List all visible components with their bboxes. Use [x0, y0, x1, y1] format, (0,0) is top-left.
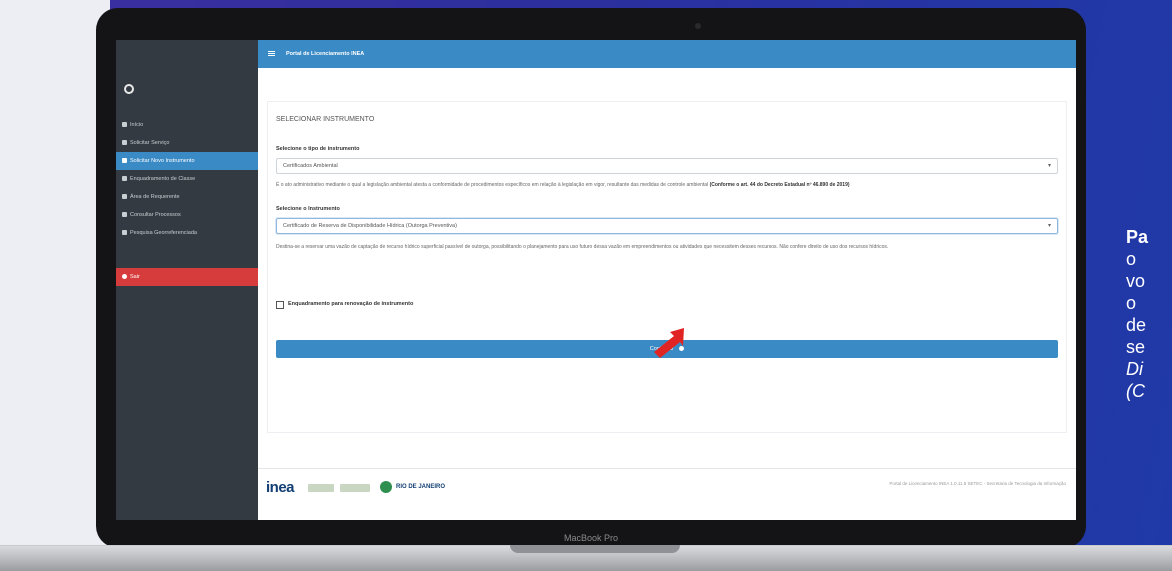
instrument-select[interactable]: Certificado de Reserva de Disponibilidad…: [276, 218, 1058, 234]
sidebar-item-label: Solicitar Serviço: [130, 140, 170, 146]
type-info-text: É o ato administrativo mediante o qual a…: [276, 182, 709, 188]
type-info: É o ato administrativo mediante o qual a…: [276, 182, 1060, 189]
renewal-checkbox[interactable]: [276, 301, 284, 309]
rj-logo-text: RIO DE JANEIRO: [396, 484, 446, 490]
instrument-select-value: Certificado de Reserva de Disponibilidad…: [283, 223, 457, 229]
document-icon: [122, 176, 127, 181]
sidebar-item-label: Solicitar Novo Instrumento: [130, 158, 195, 164]
camera-icon: [695, 23, 701, 29]
sidebar-item-novo-instrumento[interactable]: Solicitar Novo Instrumento: [116, 152, 258, 170]
document-icon: [122, 212, 127, 217]
caption-line: Di: [1126, 359, 1143, 379]
footer-text: Portal de Licenciamento INEA 1.0.11.5 SE…: [889, 481, 1066, 486]
instrument-label: Selecione o Instrumento: [276, 206, 340, 212]
type-info-reference: (Conforme o art. 44 do Decreto Estadual …: [709, 182, 850, 188]
renewal-checkbox-label: Enquadramento para renovação de instrume…: [288, 301, 414, 307]
instrument-card: SELECIONAR INSTRUMENTO Selecione o tipo …: [268, 102, 1066, 432]
type-select-value: Certificados Ambiental: [283, 163, 338, 169]
footer: inea RIO DE JANEIRO Portal de Licenciame…: [258, 468, 1076, 505]
instrument-info: Destina-se a reservar uma vazão de capta…: [276, 244, 889, 250]
caption-line: o: [1126, 249, 1137, 269]
caption-line: o: [1126, 293, 1137, 313]
sidebar-item-inicio[interactable]: Início: [116, 116, 258, 134]
app-screen: Início Solicitar Serviço Solicitar Novo …: [116, 40, 1076, 520]
sidebar-item-label: Início: [130, 122, 144, 128]
sidebar-item-sair[interactable]: Sair: [116, 268, 258, 286]
sidebar-item-label: Consultar Processos: [130, 212, 181, 218]
caption-line: se: [1126, 337, 1146, 357]
home-icon: [122, 122, 127, 127]
caption-line: vo: [1126, 271, 1146, 291]
pointer-arrow-icon: [654, 328, 684, 358]
sidebar: Início Solicitar Serviço Solicitar Novo …: [116, 40, 258, 520]
device-label: MacBook Pro: [563, 533, 619, 543]
sidebar-item-pesquisa[interactable]: Pesquisa Georreferenciada: [116, 224, 258, 242]
sidebar-item-enquadramento[interactable]: Enquadramento de Classe: [116, 170, 258, 188]
user-icon[interactable]: [124, 84, 134, 94]
type-select[interactable]: Certificados Ambiental ▾: [276, 158, 1058, 174]
chevron-down-icon: ▾: [1047, 163, 1051, 169]
laptop-notch: [510, 545, 680, 553]
globe-icon: [122, 230, 127, 235]
chevron-down-icon: ▾: [1047, 223, 1051, 229]
sidebar-item-label: Sair: [130, 274, 140, 280]
rj-seal-icon: [380, 481, 392, 493]
sidebar-item-solicitar-servico[interactable]: Solicitar Serviço: [116, 134, 258, 152]
sidebar-item-area-requerente[interactable]: Área de Requerente: [116, 188, 258, 206]
power-icon: [122, 274, 127, 279]
sidebar-item-label: Enquadramento de Classe: [130, 176, 196, 182]
card-title: SELECIONAR INSTRUMENTO: [276, 116, 375, 123]
caption-line: de: [1126, 315, 1147, 335]
user-icon: [122, 140, 127, 145]
inea-logo: inea: [266, 479, 295, 496]
document-icon: [122, 158, 127, 163]
partner-logo: [340, 484, 370, 492]
topbar-title: Portal de Licenciamento INEA: [286, 51, 365, 57]
caption-line: Pa: [1126, 227, 1149, 247]
caption-line: (C: [1126, 381, 1145, 401]
background-left: [0, 0, 110, 570]
side-caption: Pa o vo o de se Di (C: [1126, 226, 1172, 402]
menu-icon[interactable]: [268, 51, 275, 52]
sidebar-item-consultar[interactable]: Consultar Processos: [116, 206, 258, 224]
sidebar-item-label: Pesquisa Georreferenciada: [130, 230, 197, 236]
partner-logo: [308, 484, 334, 492]
top-bar: Portal de Licenciamento INEA: [258, 40, 1076, 68]
users-icon: [122, 194, 127, 199]
type-label: Selecione o tipo de instrumento: [276, 146, 360, 152]
sidebar-item-label: Área de Requerente: [130, 194, 180, 200]
